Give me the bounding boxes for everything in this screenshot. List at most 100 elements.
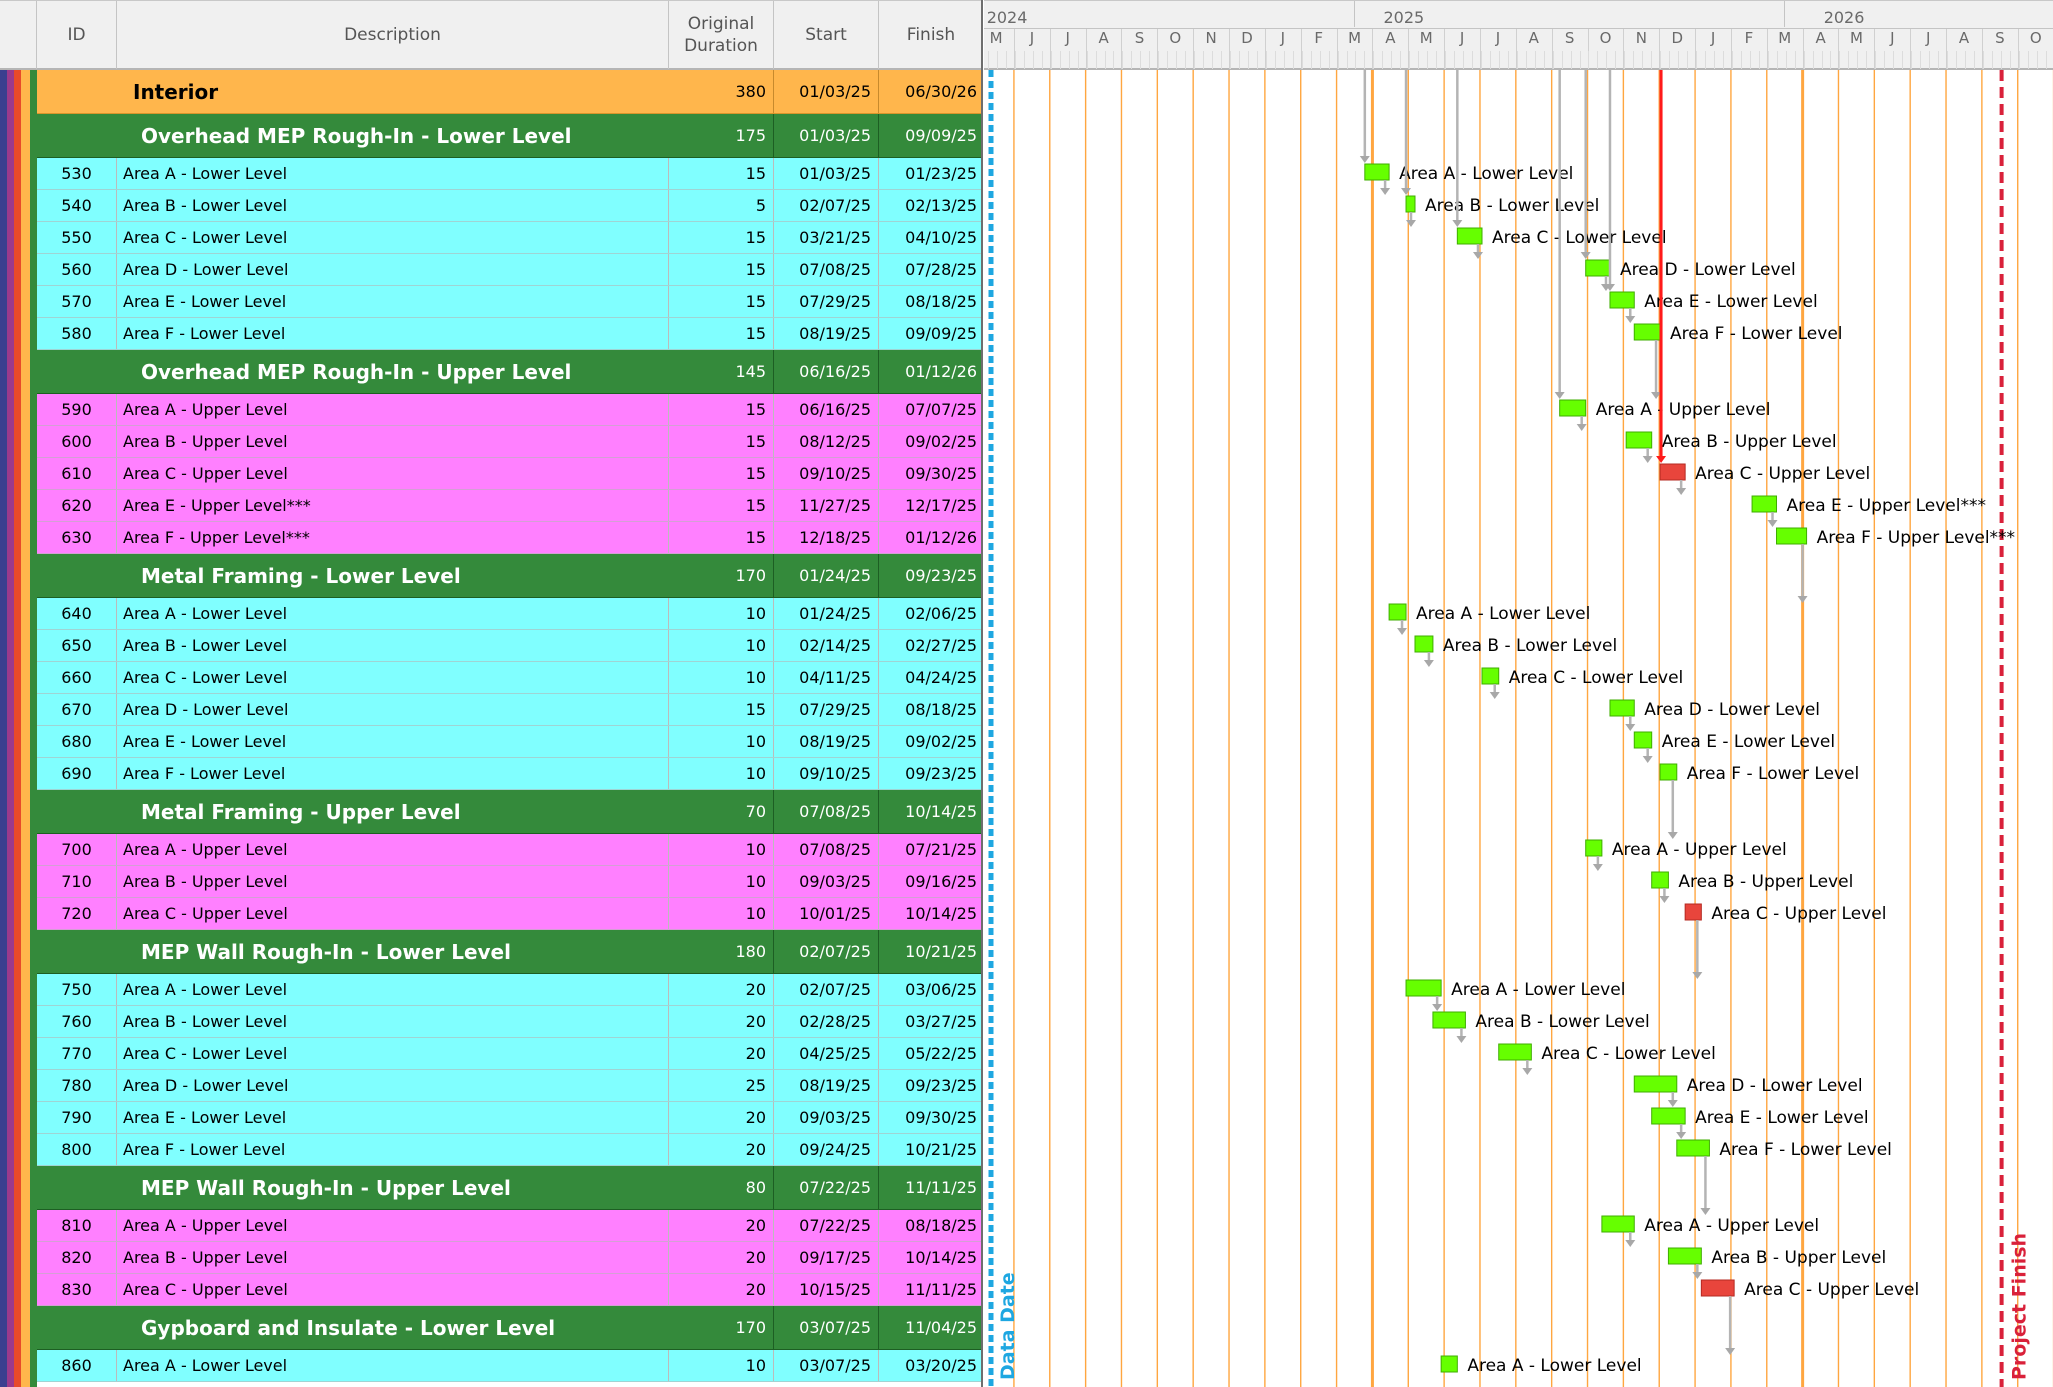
cell-start: 09/24/25 — [774, 1134, 879, 1165]
cell-finish: 05/22/25 — [905, 1044, 977, 1063]
cell-original-duration: 20 — [669, 1102, 774, 1133]
column-header-id[interactable]: ID — [37, 1, 117, 69]
wbs-summary-row[interactable]: Gypboard and Insulate - Lower Level 170 03… — [37, 1306, 983, 1350]
cell-original-duration: 10 — [669, 898, 774, 929]
activity-row[interactable]: 770 Area C - Lower Level 20 04/25/25 05/22/2… — [37, 1038, 983, 1070]
activity-row[interactable]: 680 Area E - Lower Level 10 08/19/25 09/02/2… — [37, 726, 983, 758]
activity-row[interactable]: 550 Area C - Lower Level 15 03/21/25 04/10/2… — [37, 222, 983, 254]
cell-finish: 09/30/25 — [905, 464, 977, 483]
cell-id: 570 — [37, 286, 117, 317]
relationship-line-arrow — [1625, 316, 1636, 323]
column-header-duration-line1: Original — [687, 14, 755, 34]
activity-row[interactable]: 640 Area A - Lower Level 10 01/24/25 02/06/2… — [37, 598, 983, 630]
activity-row[interactable]: 610 Area C - Upper Level 15 09/10/25 09/30/2… — [37, 458, 983, 490]
wbs-summary-row[interactable]: Interior 380 01/03/25 06/30/26 — [37, 70, 983, 114]
wbs-summary-row[interactable]: Metal Framing - Upper Level 70 07/08/25 10/… — [37, 790, 983, 834]
activity-row[interactable]: 810 Area A - Upper Level 20 07/22/25 08/18/2… — [37, 1210, 983, 1242]
column-header-description[interactable]: Description — [117, 1, 669, 69]
activity-row[interactable]: 630 Area F - Upper Level*** 15 12/18/25 01/1… — [37, 522, 983, 554]
wbs-summary-row[interactable]: Overhead MEP Rough-In - Lower Level 175 01… — [37, 114, 983, 158]
activity-row[interactable]: 670 Area D - Lower Level 15 07/29/25 08/18/2… — [37, 694, 983, 726]
activity-bar-label: Area B - Upper Level — [1662, 432, 1837, 452]
relationship-line-arrow — [1667, 1100, 1678, 1107]
activity-row[interactable]: 710 Area B - Upper Level 10 09/03/25 09/16/2… — [37, 866, 983, 898]
activity-row[interactable]: 700 Area A - Upper Level 10 07/08/25 07/21/2… — [37, 834, 983, 866]
activity-row[interactable]: 780 Area D - Lower Level 25 08/19/25 09/23/2… — [37, 1070, 983, 1102]
activity-row[interactable]: 530 Area A - Lower Level 15 01/03/25 01/23/2… — [37, 158, 983, 190]
cell-start: 10/01/25 — [774, 898, 879, 929]
activity-bar-label: Area C - Lower Level — [1509, 668, 1684, 688]
relationship-line-arrow — [1359, 156, 1370, 163]
activity-row[interactable]: 570 Area E - Lower Level 15 07/29/25 08/18/2… — [37, 286, 983, 318]
wbs-summary-row[interactable]: MEP Wall Rough-In - Upper Level 80 07/22/2… — [37, 1166, 983, 1210]
cell-start: 04/11/25 — [774, 662, 879, 693]
cell-finish: 03/27/25 — [905, 1012, 977, 1031]
cell-description: Area E - Upper Level*** — [117, 490, 669, 521]
cell-original-duration: 15 — [669, 426, 774, 457]
activity-bar — [1440, 1355, 1458, 1373]
activity-row[interactable]: 590 Area A - Upper Level 15 06/16/25 07/07/2… — [37, 394, 983, 426]
wbs-summary-row[interactable]: Overhead MEP Rough-In - Upper Level 145 06… — [37, 350, 983, 394]
cell-start: 01/03/25 — [774, 158, 879, 189]
data-date-label: Data Date — [997, 1272, 1019, 1380]
cell-start: 08/19/25 — [774, 726, 879, 757]
cell-original-duration: 10 — [669, 866, 774, 897]
column-header-original-duration[interactable]: Original Duration — [669, 1, 774, 69]
cell-start: 02/14/25 — [774, 630, 879, 661]
cell-start: 07/22/25 — [774, 1210, 879, 1241]
cell-start: 07/08/25 — [774, 790, 879, 833]
cell-description: Area C - Upper Level — [117, 458, 669, 489]
cell-original-duration: 20 — [669, 1038, 774, 1069]
cell-id — [37, 114, 117, 157]
cell-finish: 09/09/25 — [905, 324, 977, 343]
activity-bar-label: Area A - Upper Level — [1612, 840, 1787, 860]
activity-row[interactable]: 660 Area C - Lower Level 10 04/11/25 04/24/2… — [37, 662, 983, 694]
relationship-line-arrow — [1676, 1132, 1687, 1139]
cell-finish: 04/24/25 — [905, 668, 977, 687]
cell-finish: 09/30/25 — [905, 1108, 977, 1127]
cell-start: 02/07/25 — [774, 190, 879, 221]
activity-row[interactable]: 560 Area D - Lower Level 15 07/08/25 07/28/2… — [37, 254, 983, 286]
column-header-finish[interactable]: Finish — [879, 1, 983, 69]
activity-row[interactable]: 860 Area A - Lower Level 10 03/07/25 03/20/2… — [37, 1350, 983, 1382]
activity-row[interactable]: 790 Area E - Lower Level 20 09/03/25 09/30/2… — [37, 1102, 983, 1134]
activity-bar — [1633, 1075, 1678, 1093]
activity-row[interactable]: 690 Area F - Lower Level 10 09/10/25 09/23/2… — [37, 758, 983, 790]
activity-row[interactable]: 830 Area C - Upper Level 20 10/15/25 11/11/2… — [37, 1274, 983, 1306]
cell-original-duration: 15 — [669, 158, 774, 189]
activity-row[interactable]: 540 Area B - Lower Level 5 02/07/25 02/13/25 — [37, 190, 983, 222]
cell-id — [37, 350, 117, 393]
relationship-line-arrow — [1380, 188, 1391, 195]
header-indent-cell — [0, 1, 37, 69]
activity-row[interactable]: 750 Area A - Lower Level 20 02/07/25 03/06/2… — [37, 974, 983, 1006]
cell-original-duration: 20 — [669, 1006, 774, 1037]
activity-row[interactable]: 820 Area B - Upper Level 20 09/17/25 10/14/2… — [37, 1242, 983, 1274]
cell-finish: 02/13/25 — [905, 196, 977, 215]
wbs-summary-row[interactable]: Metal Framing - Lower Level 170 01/24/25 09… — [37, 554, 983, 598]
activity-row[interactable]: 800 Area F - Lower Level 20 09/24/25 10/21/2… — [37, 1134, 983, 1166]
column-header-start[interactable]: Start — [774, 1, 879, 69]
cell-id: 830 — [37, 1274, 117, 1305]
activity-row[interactable]: 760 Area B - Lower Level 20 02/28/25 03/27/2… — [37, 1006, 983, 1038]
activity-row[interactable]: 600 Area B - Upper Level 15 08/12/25 09/02/2… — [37, 426, 983, 458]
activity-row[interactable]: 720 Area C - Upper Level 10 10/01/25 10/14/2… — [37, 898, 983, 930]
cell-original-duration: 20 — [669, 1210, 774, 1241]
grid-gantt-splitter[interactable] — [981, 0, 983, 1387]
activity-row[interactable]: 650 Area B - Lower Level 10 02/14/25 02/27/2… — [37, 630, 983, 662]
cell-description: Area E - Lower Level — [117, 286, 669, 317]
cell-id: 690 — [37, 758, 117, 789]
activity-bar — [1633, 323, 1661, 341]
cell-description: Area F - Lower Level — [117, 318, 669, 349]
cell-id: 610 — [37, 458, 117, 489]
cell-original-duration: 10 — [669, 834, 774, 865]
activity-bar-label: Area A - Upper Level — [1644, 1216, 1819, 1236]
column-header-duration-line2: Duration — [684, 36, 758, 56]
cell-description: Area E - Lower Level — [117, 1102, 669, 1133]
activity-row[interactable]: 620 Area E - Upper Level*** 15 11/27/25 12/1… — [37, 490, 983, 522]
cell-original-duration: 15 — [669, 222, 774, 253]
cell-finish: 09/09/25 — [905, 126, 977, 145]
cell-id: 750 — [37, 974, 117, 1005]
activity-row[interactable]: 580 Area F - Lower Level 15 08/19/25 09/09/2… — [37, 318, 983, 350]
cell-finish: 09/02/25 — [905, 432, 977, 451]
wbs-summary-row[interactable]: MEP Wall Rough-In - Lower Level 180 02/07/… — [37, 930, 983, 974]
